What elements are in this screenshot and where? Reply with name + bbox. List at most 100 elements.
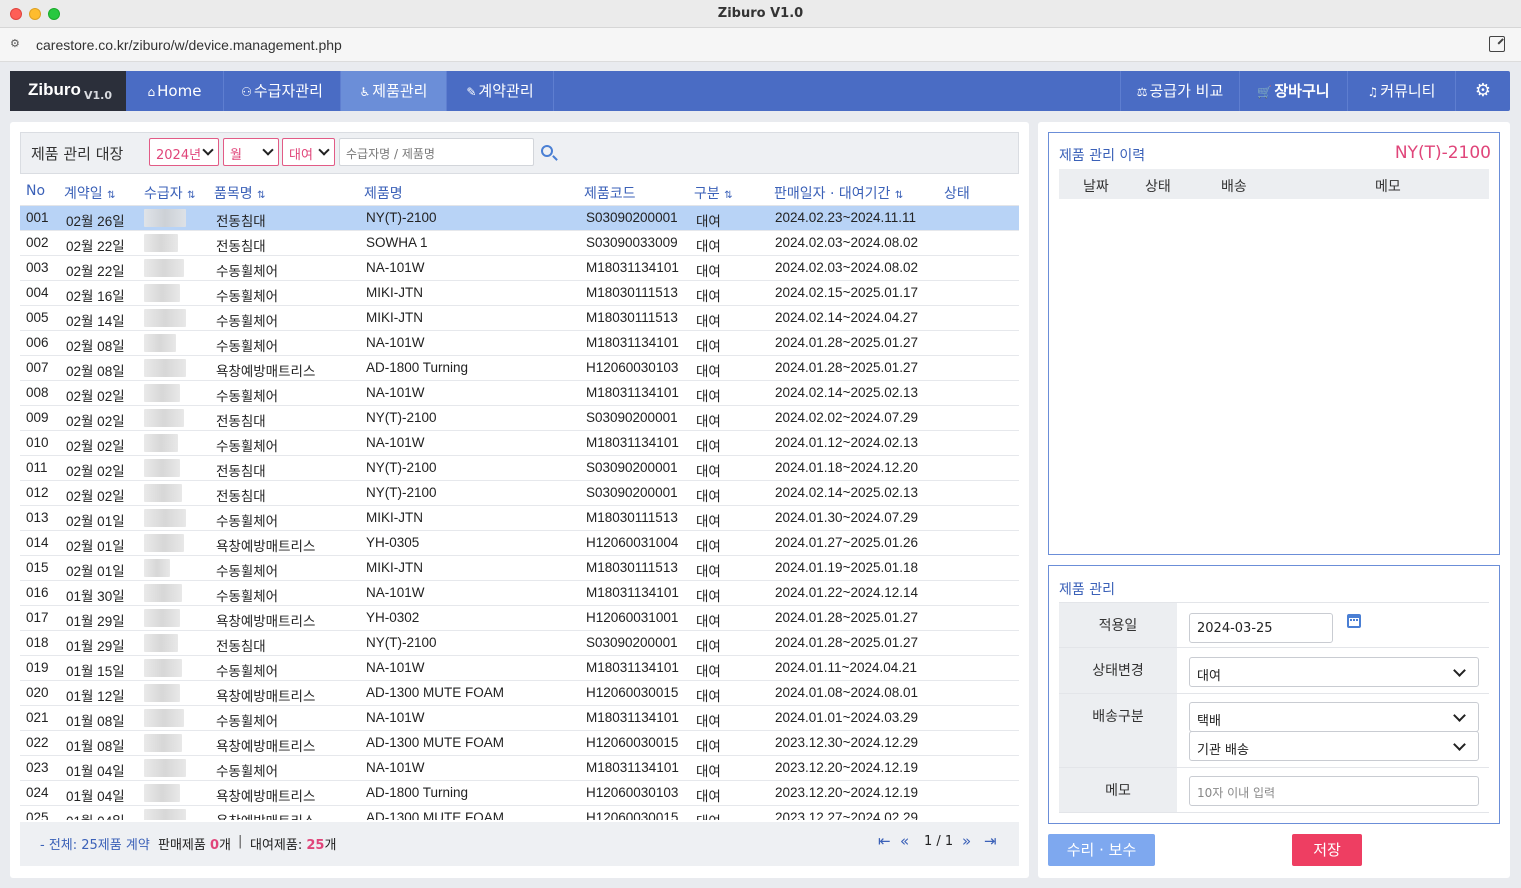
nav-products[interactable]: ♿ 제품관리 [341,71,447,111]
site-settings-icon[interactable]: ⚙ [10,37,24,51]
row-period: 2023.12.30~2024.12.29 [775,735,919,750]
row-product-name: NA-101W [366,435,425,450]
table-row[interactable]: 015 02월 01일 수동휠체어 MIKI-JTN M18030111513 대여 202… [20,556,1019,581]
col-item[interactable]: 품목명 ⇅ [214,183,265,203]
table-row[interactable]: 005 02월 14일 수동휠체어 MIKI-JTN M18030111513 대여 202… [20,306,1019,331]
repair-button[interactable]: 수리 · 보수 [1048,834,1155,866]
table-row[interactable]: 017 01월 29일 욕창예방매트리스 YH-0302 H12060031001 대여 2… [20,606,1019,631]
row-period: 2024.01.30~2024.07.29 [775,510,919,525]
table-row[interactable]: 012 02월 02일 전동침대 NY(T)-2100 S03090200001 대여 20… [20,481,1019,506]
rental-summary: 대여제품: 25개 [250,834,336,853]
apply-date-input[interactable]: 2024-03-25 [1189,613,1333,643]
memo-row: 메모 10자 이내 입력 [1059,767,1489,813]
history-box: 제품 관리 이력 NY(T)-2100 날짜 상태 배송 메모 [1048,132,1500,555]
table-row[interactable]: 018 01월 29일 전동침대 NY(T)-2100 S03090200001 대여 20… [20,631,1019,656]
row-item: 수동휠체어 [216,564,279,579]
row-item: 수동휠체어 [216,264,279,279]
row-item: 욕창예방매트리스 [216,364,316,379]
col-no[interactable]: No [26,183,45,199]
chevron-down-icon [262,144,274,156]
col-recipient[interactable]: 수급자 ⇅ [144,183,195,203]
table-row[interactable]: 004 02월 16일 수동휠체어 MIKI-JTN M18030111513 대여 202… [20,281,1019,306]
status-select-value: 대여 [1197,669,1221,684]
memo-input[interactable]: 10자 이내 입력 [1189,776,1479,806]
table-row[interactable]: 024 01월 04일 욕창예방매트리스 AD-1800 Turning H120600… [20,781,1019,806]
redacted-recipient-name [144,409,184,427]
table-row[interactable]: 001 02월 26일 전동침대 NY(T)-2100 S03090200001 대여 20… [20,206,1019,231]
table-row[interactable]: 010 02월 02일 수동휠체어 NA-101W M18031134101 대여 2024… [20,431,1019,456]
table-row[interactable]: 016 01월 30일 수동휠체어 NA-101W M18031134101 대여 2024… [20,581,1019,606]
table-row[interactable]: 003 02월 22일 수동휠체어 NA-101W M18031134101 대여 2024… [20,256,1019,281]
redacted-recipient-name [144,709,184,727]
row-period: 2024.02.15~2025.01.17 [775,285,919,300]
prev-page-icon[interactable]: « [900,832,909,850]
settings-gear-icon[interactable]: ⚙ [1456,71,1510,111]
table-row[interactable]: 021 01월 08일 수동휠체어 NA-101W M18031134101 대여 2024… [20,706,1019,731]
table-row[interactable]: 006 02월 08일 수동휠체어 NA-101W M18031134101 대여 2024… [20,331,1019,356]
nav-price-compare[interactable]: ⚖ 공급가 비교 [1120,71,1240,111]
delivery-select[interactable]: 택배 [1189,702,1479,732]
table-row[interactable]: 014 02월 01일 욕창예방매트리스 YH-0305 H12060031004 대여 2… [20,531,1019,556]
table-row[interactable]: 023 01월 04일 수동휠체어 NA-101W M18031134101 대여 2023… [20,756,1019,781]
sort-icon: ⇅ [724,190,733,201]
table-row[interactable]: 009 02월 02일 전동침대 NY(T)-2100 S03090200001 대여 20… [20,406,1019,431]
ledger-title: 제품 관리 대장 [31,145,124,163]
table-row[interactable]: 008 02월 02일 수동휠체어 NA-101W M18031134101 대여 2024… [20,381,1019,406]
row-period: 2024.01.28~2025.01.27 [775,335,919,350]
url-text[interactable]: carestore.co.kr/ziburo/w/device.manageme… [36,37,342,53]
status-select[interactable]: 대여 [1189,657,1479,687]
calendar-icon[interactable] [1347,614,1361,628]
nav-community[interactable]: ♫ 커뮤니티 [1348,71,1456,111]
open-external-icon[interactable] [1489,36,1505,52]
row-product-name: AD-1800 Turning [366,785,469,800]
nav-contracts[interactable]: ✎ 계약관리 [447,71,554,111]
row-type: 대여 [696,614,721,629]
row-product-code: M18031134101 [586,585,679,600]
row-contract-date: 02월 22일 [66,239,125,254]
table-row[interactable]: 020 01월 12일 욕창예방매트리스 AD-1300 MUTE FOAM H1206… [20,681,1019,706]
col-status[interactable]: 상태 [944,183,970,203]
nav-home-label: Home [157,82,202,100]
nav-suppliers[interactable]: ⚇ 수급자관리 [224,71,341,111]
delivery-sub-select[interactable]: 기관 배송 [1189,731,1479,761]
brand-logo[interactable]: Ziburo V1.0 [10,71,126,111]
table-row[interactable]: 007 02월 08일 욕창예방매트리스 AD-1800 Turning H120600… [20,356,1019,381]
table-row[interactable]: 013 02월 01일 수동휠체어 MIKI-JTN M18030111513 대여 202… [20,506,1019,531]
row-no: 020 [26,685,49,700]
row-product-code: M18030111513 [586,560,678,575]
month-select[interactable]: 월 [223,138,279,166]
row-product-name: AD-1300 MUTE FOAM [366,685,505,700]
col-product-code[interactable]: 제품코드 [584,183,636,203]
col-product-name[interactable]: 제품명 [364,183,403,203]
year-select[interactable]: 2024년 [149,138,219,166]
nav-cart[interactable]: 🛒 장바구니 [1240,71,1348,111]
table-row[interactable]: 019 01월 15일 수동휠체어 NA-101W M18031134101 대여 2024… [20,656,1019,681]
first-page-icon[interactable]: ⇤ [878,832,891,850]
col-type[interactable]: 구분 ⇅ [694,183,733,203]
row-product-code: M18031134101 [586,760,679,775]
row-type: 대여 [696,764,721,779]
search-icon[interactable] [541,145,553,157]
ledger-table-body: 001 02월 26일 전동침대 NY(T)-2100 S03090200001 대여 20… [20,206,1019,820]
row-product-code: M18030111513 [586,310,678,325]
nav-home[interactable]: ⌂ Home [126,71,224,111]
table-row[interactable]: 011 02월 02일 전동침대 NY(T)-2100 S03090200001 대여 20… [20,456,1019,481]
row-item: 전동침대 [216,414,266,429]
row-type: 대여 [696,664,721,679]
row-period: 2024.02.03~2024.08.02 [775,235,919,250]
row-contract-date: 02월 02일 [66,464,125,479]
table-row[interactable]: 002 02월 22일 전동침대 SOWHA 1 S03090033009 대여 2024.… [20,231,1019,256]
type-select[interactable]: 대여 [282,138,335,166]
search-input[interactable]: 수급자명 / 제품명 [339,138,534,166]
type-select-value: 대여 [289,148,313,163]
col-period[interactable]: 판매일자 · 대여기간 ⇅ [774,183,903,203]
col-contract-date[interactable]: 계약일 ⇅ [64,183,115,203]
row-product-name: YH-0305 [366,535,420,550]
table-row[interactable]: 022 01월 08일 욕창예방매트리스 AD-1300 MUTE FOAM H1206… [20,731,1019,756]
table-row[interactable]: 025 01월 04일 욕창예방매트리스 AD-1300 MUTE FOAM H1206… [20,806,1019,820]
row-type: 대여 [696,739,721,754]
row-no: 007 [26,360,49,375]
next-page-icon[interactable]: » [962,832,971,850]
save-button[interactable]: 저장 [1292,834,1362,866]
last-page-icon[interactable]: ⇥ [984,832,997,850]
